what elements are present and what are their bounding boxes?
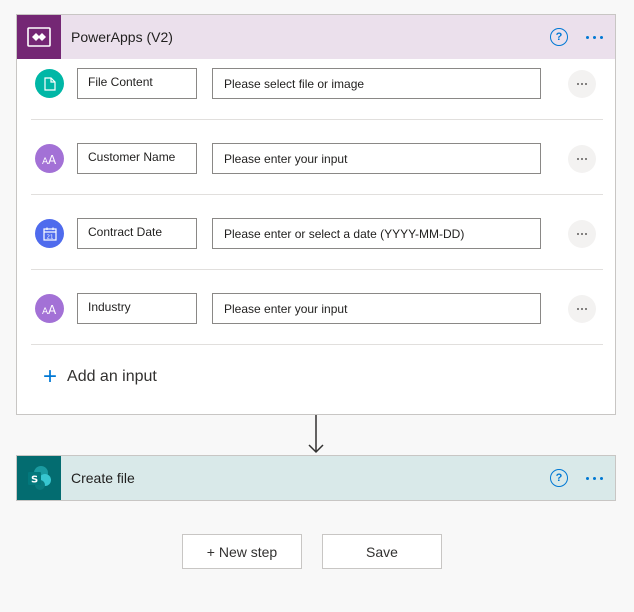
input-row-file-content: File Content Please select file or image	[17, 45, 617, 120]
help-icon[interactable]: ?	[550, 469, 568, 487]
sharepoint-icon: S	[17, 456, 61, 500]
svg-text:S: S	[31, 475, 38, 486]
add-input-label: Add an input	[67, 368, 157, 385]
row-more-icon[interactable]	[568, 70, 596, 98]
input-placeholder-field[interactable]: Please enter your input	[212, 293, 541, 324]
trigger-title: PowerApps (V2)	[71, 29, 173, 45]
input-row-customer-name: A A Customer Name Please enter your inpu…	[17, 120, 617, 195]
svg-text:21: 21	[46, 234, 53, 240]
more-options-icon[interactable]	[586, 476, 603, 480]
trigger-card: PowerApps (V2) ? File Content Please sel…	[16, 14, 616, 415]
plus-icon: +	[43, 363, 58, 390]
svg-text:A: A	[48, 303, 57, 315]
text-icon: A A	[35, 144, 64, 173]
row-more-icon[interactable]	[568, 220, 596, 248]
action-card-header[interactable]: S Create file ?	[17, 456, 615, 500]
new-step-button[interactable]: + New step	[182, 534, 302, 569]
row-more-icon[interactable]	[568, 145, 596, 173]
input-row-contract-date: 21 Contract Date Please enter or select …	[17, 195, 617, 270]
action-title: Create file	[71, 470, 135, 486]
svg-text:A: A	[48, 153, 57, 165]
input-placeholder-field[interactable]: Please select file or image	[212, 68, 541, 99]
input-row-industry: A A Industry Please enter your input	[17, 270, 617, 345]
arrow-down-icon	[308, 415, 324, 454]
action-card: S Create file ?	[16, 455, 616, 501]
input-name-field[interactable]: Industry	[77, 293, 197, 324]
help-icon[interactable]: ?	[550, 28, 568, 46]
file-icon	[35, 69, 64, 98]
input-placeholder-field[interactable]: Please enter or select a date (YYYY-MM-D…	[212, 218, 541, 249]
row-divider	[31, 344, 603, 345]
input-name-field[interactable]: Customer Name	[77, 143, 197, 174]
input-name-field[interactable]: File Content	[77, 68, 197, 99]
text-icon: A A	[35, 294, 64, 323]
input-placeholder-field[interactable]: Please enter your input	[212, 143, 541, 174]
row-more-icon[interactable]	[568, 295, 596, 323]
more-options-icon[interactable]	[586, 35, 603, 39]
save-button[interactable]: Save	[322, 534, 442, 569]
calendar-icon: 21	[35, 219, 64, 248]
input-name-field[interactable]: Contract Date	[77, 218, 197, 249]
add-input-button[interactable]: + Add an input	[43, 365, 157, 389]
